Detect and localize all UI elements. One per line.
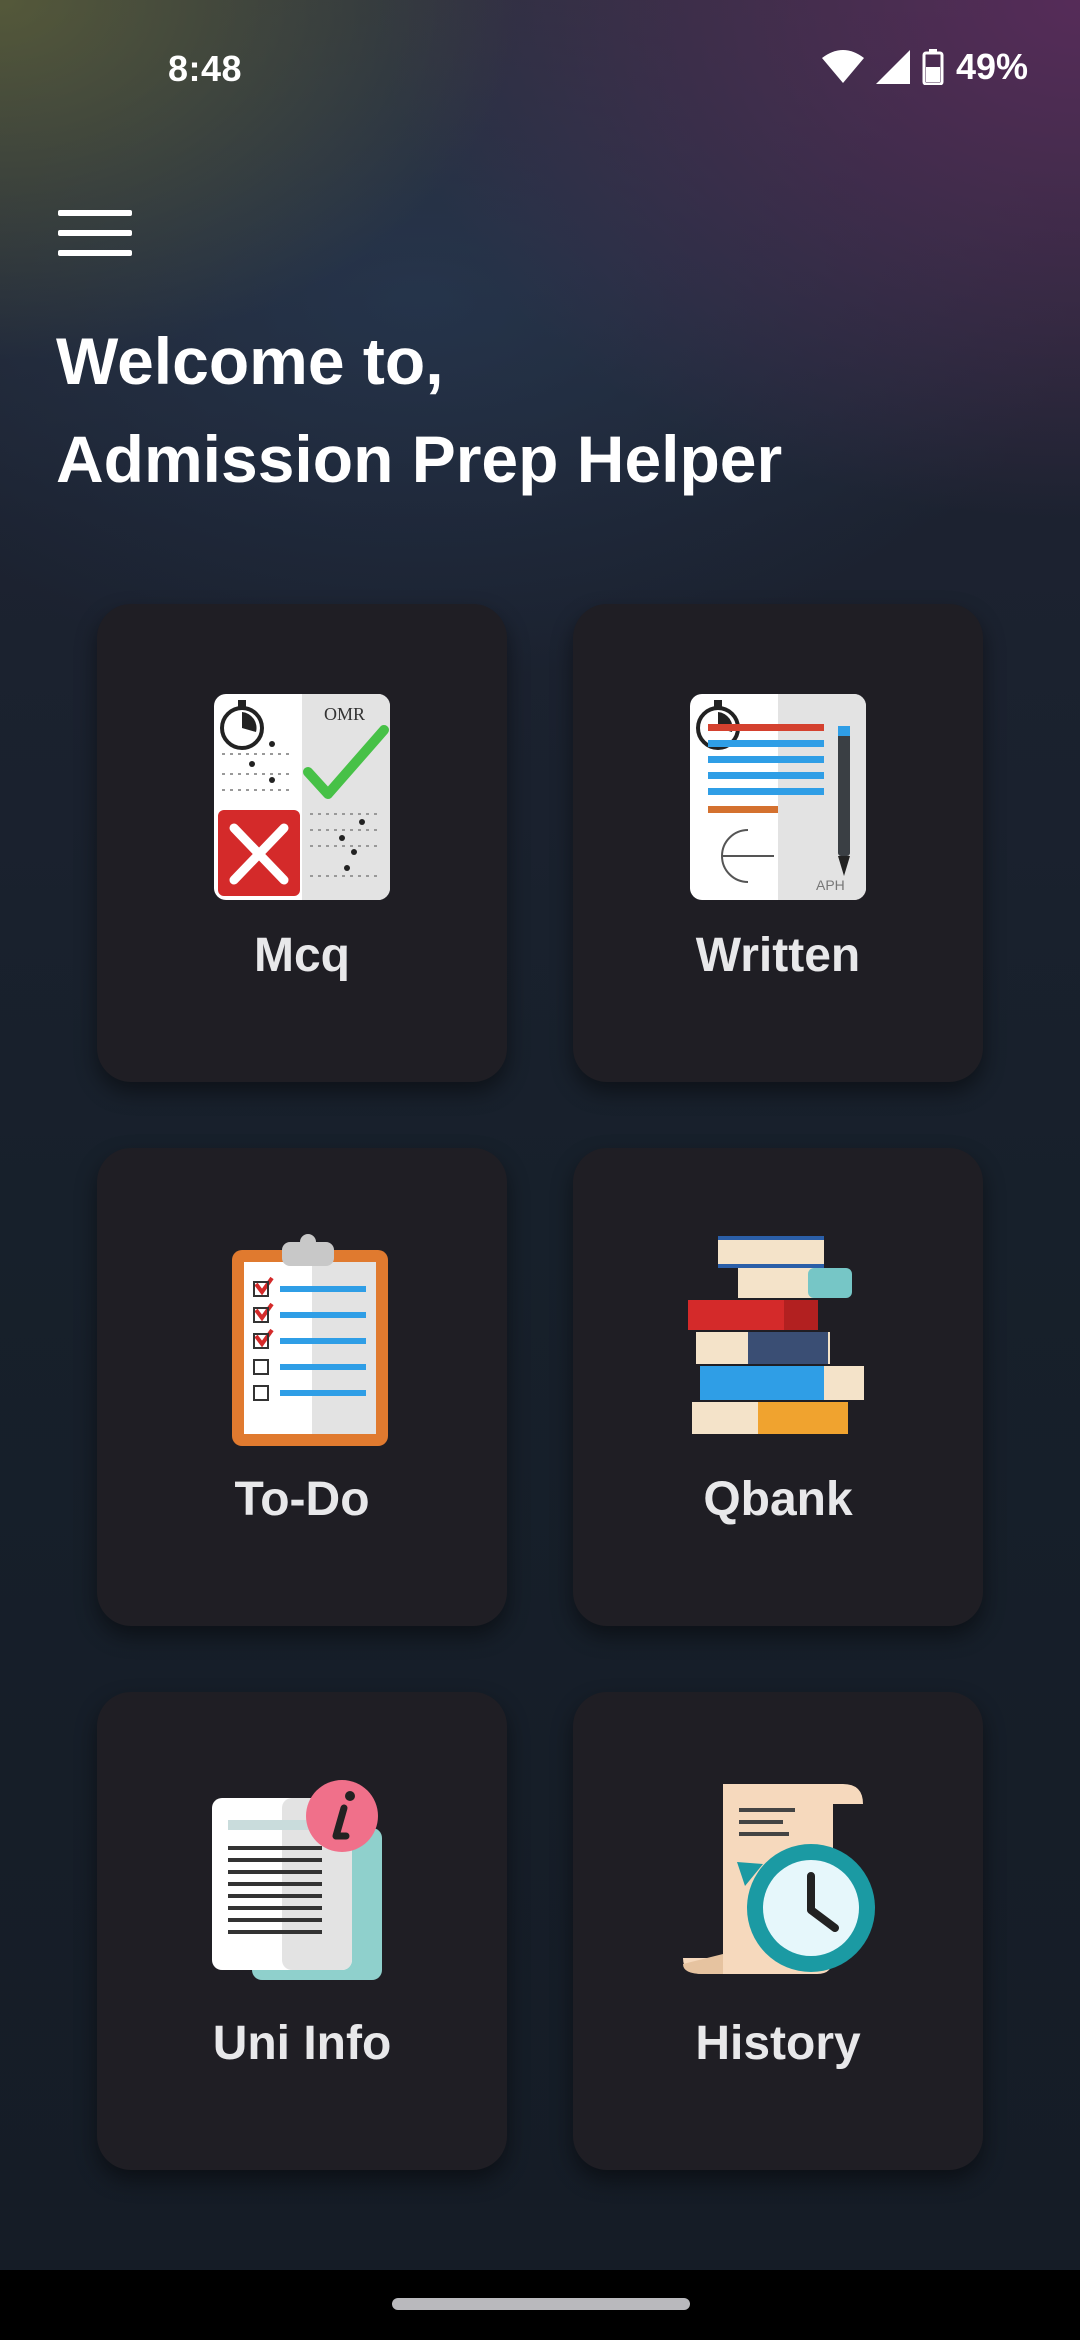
written-label: Written bbox=[695, 929, 861, 982]
uni-info-label: Uni Info bbox=[212, 2017, 392, 2070]
clipboard-checklist-icon bbox=[232, 1234, 388, 1446]
status-bar: 8:48 49% bbox=[0, 0, 1080, 140]
history-clock-icon bbox=[683, 1784, 875, 1974]
qbank-label: Qbank bbox=[703, 1473, 853, 1526]
battery-icon bbox=[922, 49, 944, 85]
svg-text:OMR: OMR bbox=[324, 704, 365, 724]
greeting-line-2: Admission Prep Helper bbox=[56, 422, 783, 496]
uni-info-card[interactable]: Uni Info bbox=[97, 1692, 507, 2170]
qbank-card[interactable]: Qbank bbox=[573, 1148, 983, 1626]
info-document-icon bbox=[212, 1780, 382, 1980]
hamburger-menu-icon[interactable] bbox=[58, 208, 134, 258]
home-gesture-handle[interactable] bbox=[392, 2298, 690, 2310]
book-stack-icon bbox=[688, 1236, 864, 1434]
status-time: 8:48 bbox=[168, 48, 243, 89]
cell-signal-icon bbox=[875, 50, 910, 84]
welcome-heading: Welcome to, Admission Prep Helper bbox=[56, 312, 782, 508]
todo-label: To-Do bbox=[234, 1473, 370, 1526]
wifi-icon bbox=[821, 50, 864, 83]
greeting-line-1: Welcome to, bbox=[56, 324, 444, 398]
mcq-card[interactable]: OMR Mcq bbox=[97, 604, 507, 1082]
history-label: History bbox=[695, 2017, 861, 2070]
svg-text:APH: APH bbox=[816, 877, 845, 893]
omr-sheet-icon: OMR bbox=[214, 694, 390, 900]
written-card[interactable]: APH Written bbox=[573, 604, 983, 1082]
mcq-label: Mcq bbox=[254, 929, 350, 982]
written-exam-icon: APH bbox=[690, 694, 866, 900]
todo-card[interactable]: To-Do bbox=[97, 1148, 507, 1626]
status-icons: 49% bbox=[821, 46, 1028, 88]
history-card[interactable]: History bbox=[573, 1692, 983, 2170]
system-nav-bar bbox=[0, 2270, 1080, 2340]
battery-percent: 49% bbox=[955, 46, 1028, 87]
